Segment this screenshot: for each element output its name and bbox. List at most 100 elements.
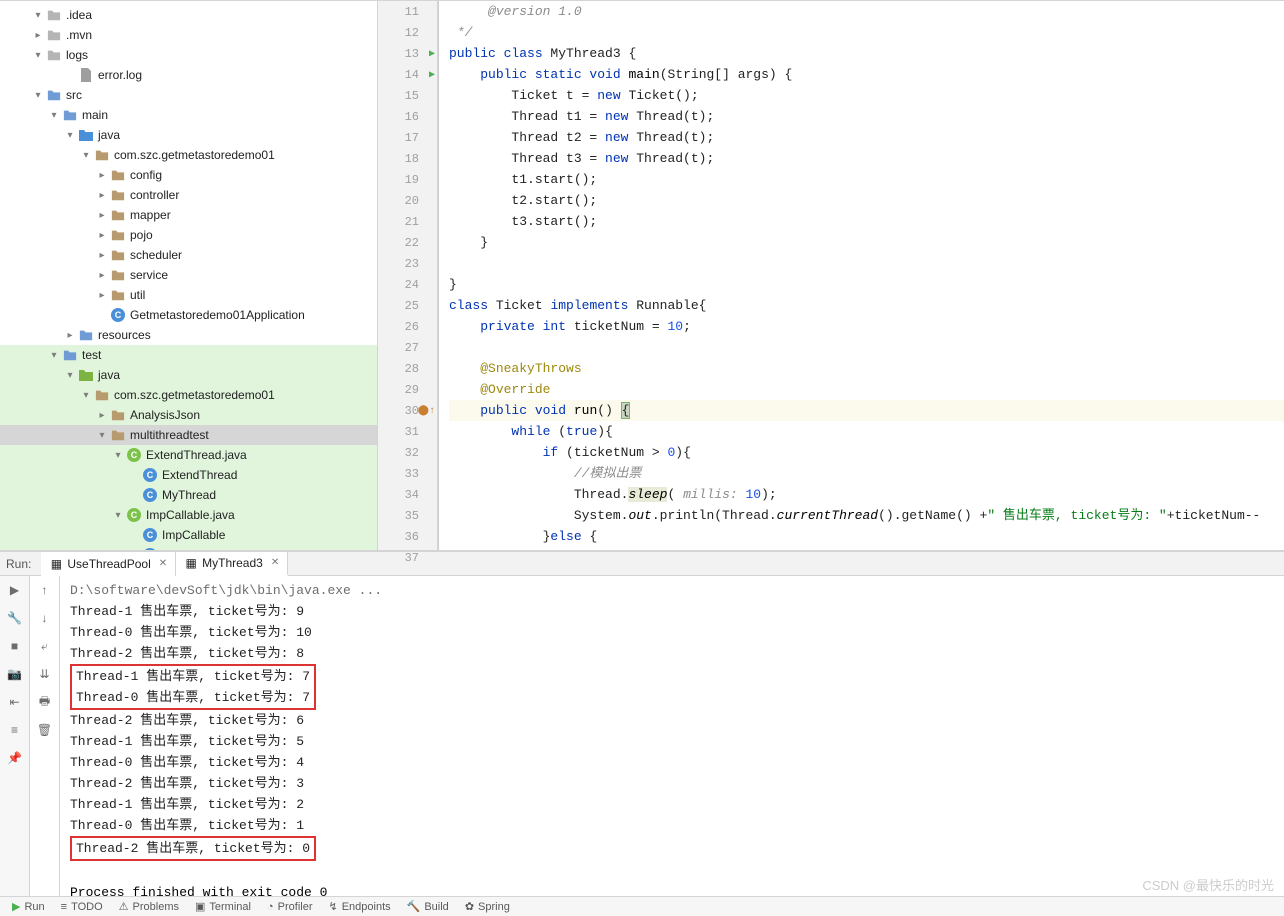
- tree-item[interactable]: CGetmetastoredemo01Application: [0, 305, 377, 325]
- gutter-line[interactable]: 29: [378, 379, 437, 400]
- down-arrow-icon[interactable]: ↓: [35, 608, 55, 628]
- code-line[interactable]: break;: [449, 547, 1284, 550]
- console-output[interactable]: D:\software\devSoft\jdk\bin\java.exe ...…: [60, 576, 1284, 896]
- code-line[interactable]: System.out.println(Thread.currentThread(…: [449, 505, 1284, 526]
- tree-arrow-icon[interactable]: ▸: [96, 290, 108, 301]
- gutter-line[interactable]: 12: [378, 22, 437, 43]
- gutter-line[interactable]: 28: [378, 358, 437, 379]
- tree-item[interactable]: ▾com.szc.getmetastoredemo01: [0, 145, 377, 165]
- tree-arrow-icon[interactable]: ▸: [96, 230, 108, 241]
- tree-item[interactable]: ▸resources: [0, 325, 377, 345]
- tree-item[interactable]: ▾main: [0, 105, 377, 125]
- code-line[interactable]: @version 1.0: [449, 1, 1284, 22]
- tree-item[interactable]: CImpCallable: [0, 525, 377, 545]
- wrench-icon[interactable]: 🔧: [5, 608, 25, 628]
- tree-arrow-icon[interactable]: ▸: [64, 330, 76, 341]
- tree-arrow-icon[interactable]: ▾: [80, 390, 92, 401]
- tree-item[interactable]: ▾java: [0, 125, 377, 145]
- gutter-line[interactable]: 17: [378, 127, 437, 148]
- run-gutter-icon[interactable]: ▶: [429, 69, 435, 81]
- tree-arrow-icon[interactable]: ▾: [32, 10, 44, 21]
- status-profiler[interactable]: ◔ Profiler: [267, 901, 313, 913]
- gutter-line[interactable]: 20: [378, 190, 437, 211]
- tree-item[interactable]: error.log: [0, 65, 377, 85]
- gutter-line[interactable]: 11: [378, 1, 437, 22]
- tree-arrow-icon[interactable]: ▸: [96, 190, 108, 201]
- project-tree[interactable]: ▾>.idea▸>.mvn▾>logserror.log▾src▾main▾ja…: [0, 1, 378, 550]
- scroll-icon[interactable]: ⇊: [35, 664, 55, 684]
- stop-button[interactable]: ■: [5, 636, 25, 656]
- tree-item[interactable]: ▸service: [0, 265, 377, 285]
- code-line[interactable]: while (true){: [449, 421, 1284, 442]
- gutter-line[interactable]: 36: [378, 526, 437, 547]
- gutter-line[interactable]: 37: [378, 547, 437, 568]
- run-tab[interactable]: ▦MyThread3✕: [176, 552, 288, 576]
- gutter-line[interactable]: 15: [378, 85, 437, 106]
- tree-item[interactable]: CExtendThread: [0, 465, 377, 485]
- tree-item[interactable]: ▸scheduler: [0, 245, 377, 265]
- tree-arrow-icon[interactable]: ▾: [64, 370, 76, 381]
- tree-arrow-icon[interactable]: ▸: [96, 170, 108, 181]
- code-line[interactable]: //模拟出票: [449, 463, 1284, 484]
- tree-item[interactable]: ▸controller: [0, 185, 377, 205]
- gutter-line[interactable]: 27: [378, 337, 437, 358]
- tree-item[interactable]: ▸config: [0, 165, 377, 185]
- code-line[interactable]: t1.start();: [449, 169, 1284, 190]
- tree-item[interactable]: ▸pojo: [0, 225, 377, 245]
- tree-arrow-icon[interactable]: ▾: [32, 90, 44, 101]
- tree-arrow-icon[interactable]: ▾: [112, 510, 124, 521]
- gutter-line[interactable]: 19: [378, 169, 437, 190]
- status-problems[interactable]: ⚠ Problems: [119, 900, 179, 913]
- tree-item[interactable]: CMythread2: [0, 545, 377, 550]
- run-gutter-icon[interactable]: ▶: [429, 48, 435, 60]
- softwrap-icon[interactable]: ⤶: [35, 636, 55, 656]
- trash-icon[interactable]: 🗑: [35, 720, 55, 740]
- tree-arrow-icon[interactable]: ▾: [48, 110, 60, 121]
- gutter-line[interactable]: 21: [378, 211, 437, 232]
- status-terminal[interactable]: ▣ Terminal: [195, 900, 251, 913]
- gutter-line[interactable]: 31: [378, 421, 437, 442]
- code-line[interactable]: }else {: [449, 526, 1284, 547]
- tree-item[interactable]: ▾multithreadtest: [0, 425, 377, 445]
- tree-arrow-icon[interactable]: ▸: [96, 210, 108, 221]
- code-line[interactable]: @SneakyThrows: [449, 358, 1284, 379]
- code-line[interactable]: [449, 253, 1284, 274]
- status-endpoints[interactable]: ↯ Endpoints: [328, 900, 390, 913]
- camera-icon[interactable]: 📷: [5, 664, 25, 684]
- tree-item[interactable]: ▸AnalysisJson: [0, 405, 377, 425]
- gutter-line[interactable]: 35: [378, 505, 437, 526]
- tree-item[interactable]: ▸util: [0, 285, 377, 305]
- code-line[interactable]: t2.start();: [449, 190, 1284, 211]
- code-line[interactable]: Ticket t = new Ticket();: [449, 85, 1284, 106]
- gutter-line[interactable]: 22: [378, 232, 437, 253]
- gutter-line[interactable]: 32: [378, 442, 437, 463]
- tree-item[interactable]: ▾src: [0, 85, 377, 105]
- tree-arrow-icon[interactable]: ▾: [32, 50, 44, 61]
- status-spring[interactable]: ✿ Spring: [465, 900, 510, 913]
- tree-item[interactable]: ▾com.szc.getmetastoredemo01: [0, 385, 377, 405]
- code-line[interactable]: private int ticketNum = 10;: [449, 316, 1284, 337]
- tree-item[interactable]: ▾test: [0, 345, 377, 365]
- tree-arrow-icon[interactable]: ▸: [96, 250, 108, 261]
- code-line[interactable]: Thread.sleep( millis: 10);: [449, 484, 1284, 505]
- gutter-line[interactable]: 14▶: [378, 64, 437, 85]
- tree-item[interactable]: ▾CExtendThread.java: [0, 445, 377, 465]
- tree-item[interactable]: ▾>logs: [0, 45, 377, 65]
- code-line[interactable]: public class MyThread3 {: [449, 43, 1284, 64]
- status-todo[interactable]: ≡ TODO: [61, 901, 103, 913]
- close-icon[interactable]: ✕: [271, 557, 279, 568]
- gutter-line[interactable]: 16: [378, 106, 437, 127]
- code-line[interactable]: */: [449, 22, 1284, 43]
- status-run[interactable]: ▶Run: [12, 900, 45, 913]
- tree-item[interactable]: ▾CImpCallable.java: [0, 505, 377, 525]
- code-line[interactable]: t3.start();: [449, 211, 1284, 232]
- tree-arrow-icon[interactable]: ▸: [32, 30, 44, 41]
- code-line[interactable]: public void run() {: [449, 400, 1284, 421]
- gutter-line[interactable]: 34: [378, 484, 437, 505]
- gutter-line[interactable]: 24: [378, 274, 437, 295]
- gutter-line[interactable]: 33: [378, 463, 437, 484]
- tree-item[interactable]: ▸mapper: [0, 205, 377, 225]
- tree-arrow-icon[interactable]: ▾: [96, 430, 108, 441]
- layout-icon[interactable]: ≡: [5, 720, 25, 740]
- tree-item[interactable]: ▾java: [0, 365, 377, 385]
